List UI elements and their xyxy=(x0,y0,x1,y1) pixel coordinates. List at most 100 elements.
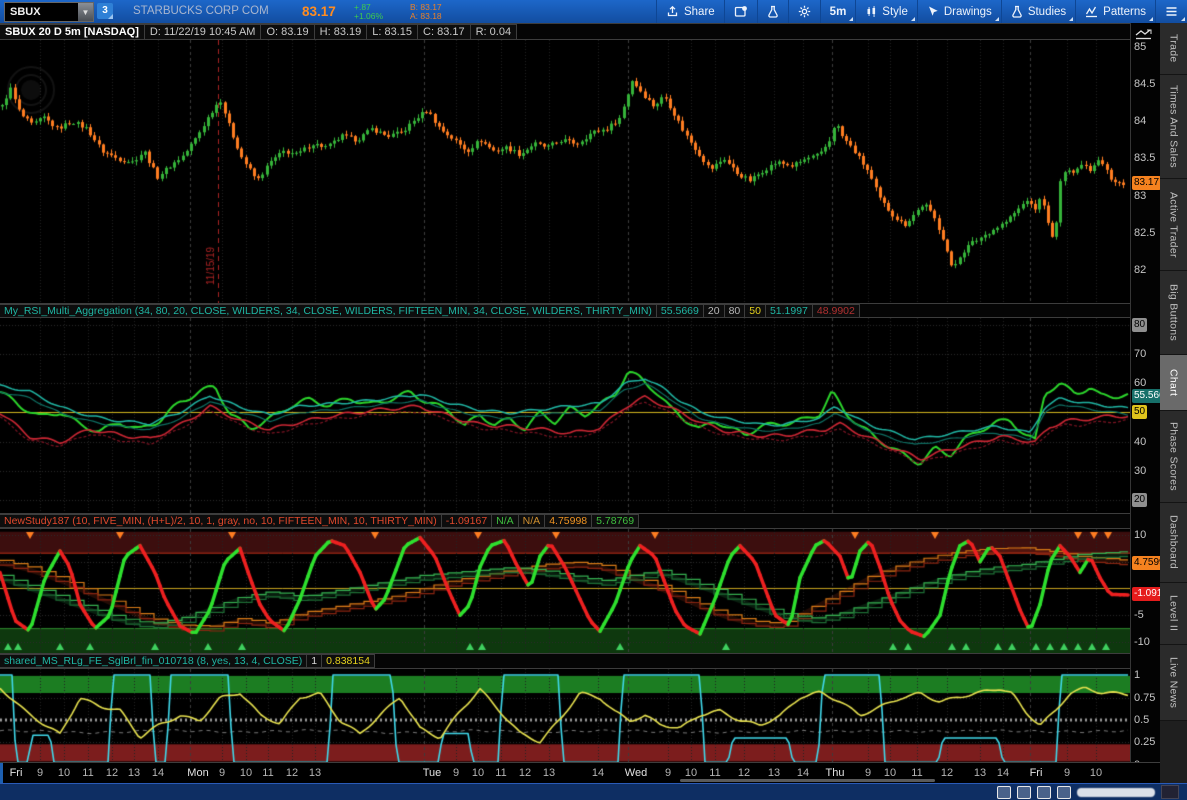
time-axis-hour-label: 11 xyxy=(495,767,506,779)
timeframe-button[interactable]: 5m xyxy=(820,0,856,23)
rsi-panel-chart[interactable] xyxy=(0,318,1130,513)
patterns-button[interactable]: Patterns xyxy=(1075,0,1155,23)
newstudy-header: NewStudy187 (10, FIVE_MIN, (H+L)/2, 10, … xyxy=(0,513,1130,529)
ohlc-field: H: 83.19 xyxy=(314,24,368,40)
time-axis-hour-label: 10 xyxy=(1090,767,1102,779)
axis-tick-label: 40 xyxy=(1134,436,1146,448)
top-toolbar: SBUX ▼ 3 STARBUCKS CORP COM 83.17 +.87+1… xyxy=(0,0,1187,23)
axis-tick-label: 83 xyxy=(1134,190,1146,202)
gadget-sidebar: TradeTimes And SalesActive TraderBig But… xyxy=(1160,23,1187,783)
status-text xyxy=(1077,788,1155,797)
sidebar-tab-times-and-sales[interactable]: Times And Sales xyxy=(1160,75,1187,179)
studies-button[interactable]: Studies xyxy=(1001,0,1075,23)
time-axis-hour-label: 11 xyxy=(82,767,93,779)
time-axis-hour-label: 10 xyxy=(685,767,697,779)
time-axis-hour-label: 9 xyxy=(219,767,225,779)
time-axis-hour-label: 14 xyxy=(592,767,604,779)
time-axis-hour-label: 12 xyxy=(738,767,750,779)
ohlc-field: C: 83.17 xyxy=(417,24,471,40)
study-value: 0.838154 xyxy=(321,654,375,668)
chart-title: SBUX 20 D 5m [NASDAQ] xyxy=(0,24,145,40)
time-axis-hour-label: 10 xyxy=(472,767,484,779)
time-axis-hour-label: 9 xyxy=(453,767,459,779)
ohlc-field: L: 83.15 xyxy=(366,24,418,40)
axis-tick-label: 82.5 xyxy=(1134,227,1155,239)
sidebar-tab-big-buttons[interactable]: Big Buttons xyxy=(1160,271,1187,355)
time-axis-day-label: Fri xyxy=(10,767,23,779)
time-axis: Fri91011121314Mon910111213Tue91011121314… xyxy=(0,762,1160,783)
time-axis-hour-label: 13 xyxy=(543,767,555,779)
time-axis-hour-label: 13 xyxy=(128,767,140,779)
axis-tick-label: 30 xyxy=(1134,465,1146,477)
axis-tick-label: 1 xyxy=(1134,669,1140,681)
apps-icon[interactable] xyxy=(1037,786,1051,799)
time-axis-hour-label: 10 xyxy=(884,767,896,779)
notes-button[interactable] xyxy=(724,0,757,23)
newstudy-panel-chart[interactable] xyxy=(0,529,1130,653)
menu-button[interactable] xyxy=(1155,0,1187,23)
ohlc-fields: D: 11/22/19 10:45 AMO: 83.19H: 83.19L: 8… xyxy=(145,24,517,40)
sidebar-tab-phase-scores[interactable]: Phase Scores xyxy=(1160,411,1187,503)
axis-tick-label: 82 xyxy=(1134,264,1146,276)
time-axis-day-label: Fri xyxy=(1030,767,1043,779)
symbol-dropdown-button[interactable]: ▼ xyxy=(78,3,93,21)
quick-study-button[interactable] xyxy=(757,0,788,23)
axis-value-badge: 20 xyxy=(1132,493,1147,507)
axis-tick-label: 70 xyxy=(1134,348,1146,360)
ms-study-title[interactable]: shared_MS_RLg_FE_SglBrl_fin_010718 (8, y… xyxy=(0,654,307,668)
study-value: N/A xyxy=(518,514,546,528)
study-value: 5.78769 xyxy=(591,514,639,528)
time-axis-day-label: Tue xyxy=(423,767,442,779)
axis-tick-label: 0.25 xyxy=(1134,736,1155,748)
symbol-input[interactable]: SBUX ▼ xyxy=(4,2,94,22)
time-axis-hour-label: 12 xyxy=(106,767,118,779)
share-button[interactable]: Share xyxy=(656,0,724,23)
axis-tick-label: 84.5 xyxy=(1134,78,1155,90)
rsi-study-title[interactable]: My_RSI_Multi_Aggregation (34, 80, 20, CL… xyxy=(0,304,657,318)
sidebar-tab-active-trader[interactable]: Active Trader xyxy=(1160,179,1187,271)
profile-icon[interactable] xyxy=(1057,786,1071,799)
link-channel-badge[interactable]: 3 xyxy=(97,3,113,19)
studies-flask-icon xyxy=(1011,5,1023,18)
time-axis-day-label: Wed xyxy=(625,767,647,779)
bottom-status-bar xyxy=(0,783,1187,800)
axis-value-badge: 83.17 xyxy=(1132,176,1161,190)
bid-ask: B: 83.17A: 83.18 xyxy=(410,3,442,21)
time-axis-hour-label: 10 xyxy=(58,767,70,779)
time-axis-hour-label: 13 xyxy=(974,767,986,779)
time-axis-hour-label: 12 xyxy=(519,767,531,779)
sidebar-tab-trade[interactable]: Trade xyxy=(1160,23,1187,75)
newstudy-title[interactable]: NewStudy187 (10, FIVE_MIN, (H+L)/2, 10, … xyxy=(0,514,442,528)
time-axis-hour-label: 12 xyxy=(941,767,953,779)
style-button[interactable]: Style xyxy=(855,0,917,23)
horizontal-scrollbar[interactable] xyxy=(680,779,935,782)
sidebar-tab-live-news[interactable]: Live News xyxy=(1160,645,1187,721)
status-icons xyxy=(997,786,1179,798)
axis-value-badge: 80 xyxy=(1132,318,1147,332)
sidebar-tab-dashboard[interactable]: Dashboard xyxy=(1160,503,1187,583)
ms-study-values: 10.838154 xyxy=(307,654,375,668)
sidebar-tab-level-ii[interactable]: Level II xyxy=(1160,583,1187,645)
time-axis-hour-label: 10 xyxy=(240,767,252,779)
main-price-chart[interactable] xyxy=(0,40,1130,303)
candle-style-icon xyxy=(865,5,877,18)
time-axis-hour-label: 9 xyxy=(865,767,871,779)
symbol-text: SBUX xyxy=(5,6,78,18)
time-axis-hour-label: 9 xyxy=(37,767,43,779)
time-axis-hour-label: 9 xyxy=(665,767,671,779)
axis-tick-label: 85 xyxy=(1134,41,1146,53)
drawings-button[interactable]: Drawings xyxy=(917,0,1001,23)
study-value: 20 xyxy=(703,304,725,318)
time-axis-hour-label: 13 xyxy=(309,767,321,779)
time-axis-hour-label: 14 xyxy=(152,767,164,779)
ms-panel-chart[interactable] xyxy=(0,669,1130,762)
study-value: 55.5669 xyxy=(656,304,704,318)
calendar-icon[interactable] xyxy=(997,786,1011,799)
messages-icon[interactable] xyxy=(1017,786,1031,799)
status-button[interactable] xyxy=(1161,785,1179,799)
study-value: 1 xyxy=(306,654,322,668)
axis-tick-label: 0.5 xyxy=(1134,714,1149,726)
sidebar-tab-chart[interactable]: Chart xyxy=(1160,355,1187,411)
settings-button[interactable] xyxy=(788,0,820,23)
notes-icon xyxy=(734,5,748,18)
